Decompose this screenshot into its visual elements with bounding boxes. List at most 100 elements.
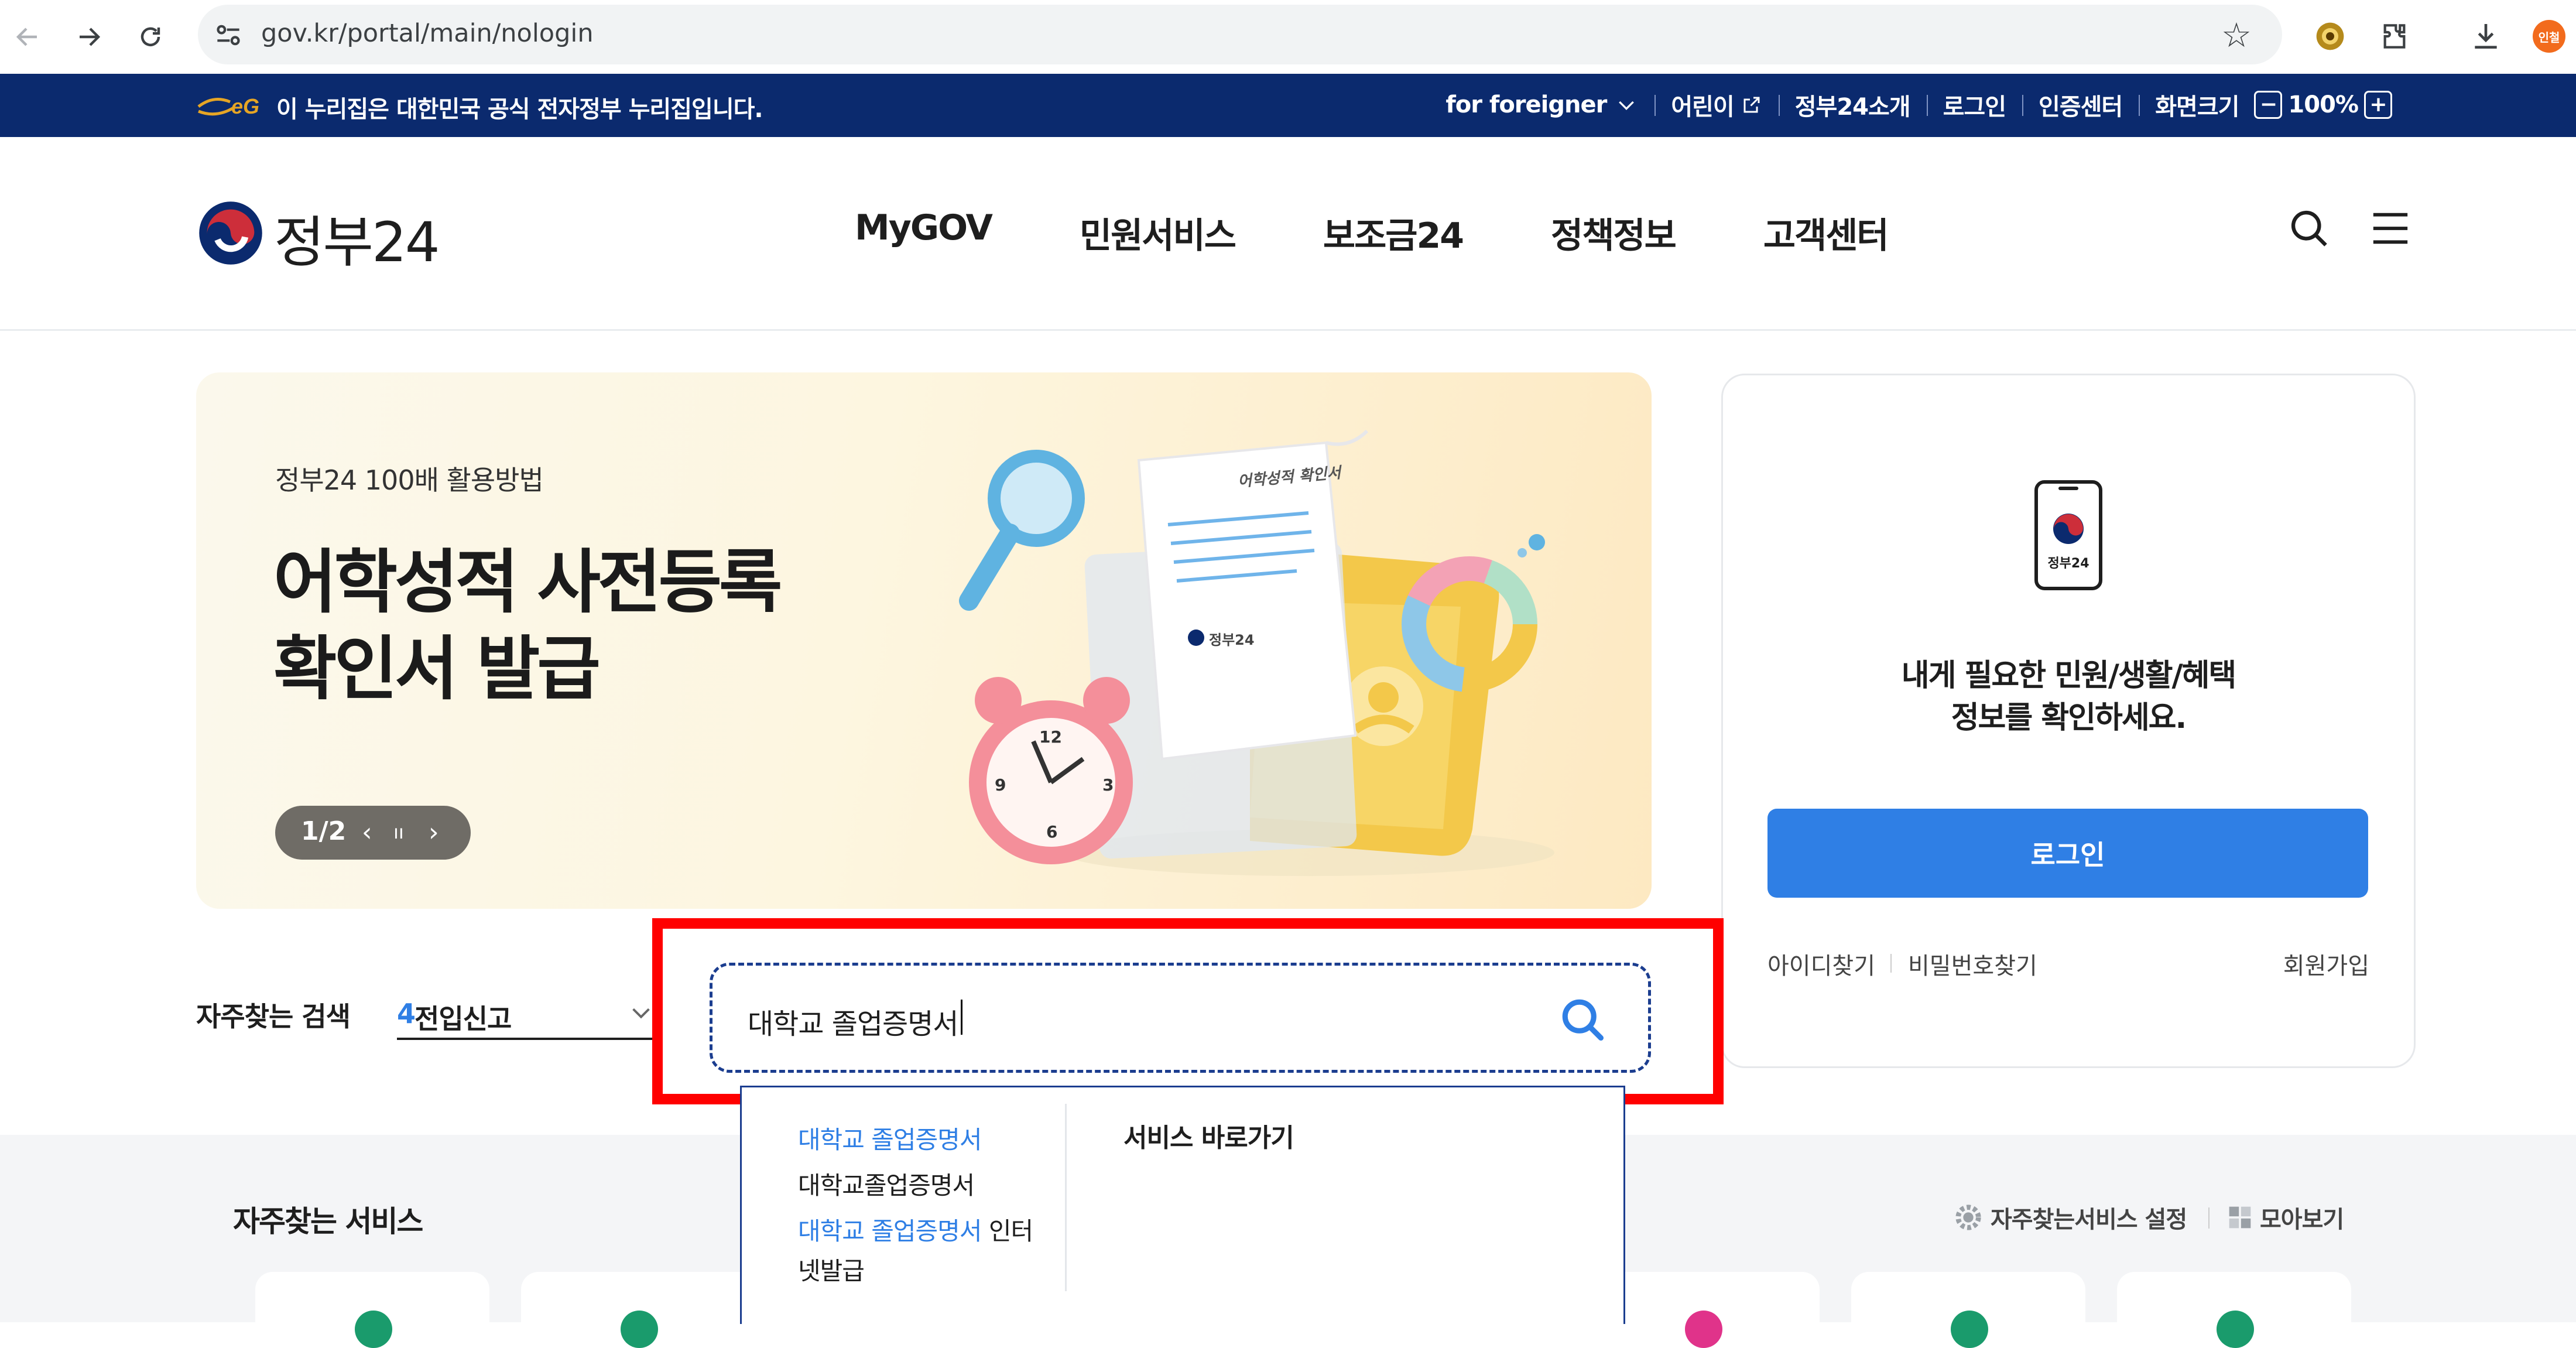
zoom-out-button[interactable]: − (2254, 91, 2283, 119)
login-message-line1: 내게 필요한 민원/생활/혜택 (1901, 658, 2236, 693)
hero-pager: 1/2 ‹ ıı › (275, 806, 471, 860)
suggestion-rest: 대학교졸업증명서 (798, 1171, 975, 1200)
download-icon[interactable] (2465, 15, 2507, 57)
suggestion-match: 대학교 졸업증명서 (798, 1125, 982, 1154)
about-label: 정부24소개 (1794, 94, 1911, 121)
zoom-value: 100% (2288, 91, 2359, 118)
browser-toolbar: gov.kr/portal/main/nologin ☆ 인철 (0, 0, 2576, 74)
search-input-value[interactable]: 대학교 졸업증명서 (748, 1001, 959, 1042)
suggestion-rest: 넷발급 (798, 1257, 865, 1285)
suggestion-rest: 인터 (981, 1217, 1033, 1246)
service-icon (355, 1311, 392, 1348)
autocomplete-suggestion[interactable]: 대학교졸업증명서 (798, 1166, 975, 1202)
kids-label: 어린이 (1671, 94, 1734, 121)
autocomplete-dropdown: 대학교 졸업증명서 대학교졸업증명서 대학교 졸업증명서 인터 넷발급 서비스 … (740, 1086, 1625, 1324)
document-illustration: 어학성적 확인서 정부24 12 3 6 9 (959, 429, 1554, 876)
text-caret (961, 1000, 962, 1035)
svg-text:eG: eG (231, 94, 259, 118)
search-submit-icon[interactable] (1558, 995, 1607, 1044)
service-shortcut-title: 서비스 바로가기 (1123, 1123, 1294, 1153)
forward-icon[interactable] (68, 16, 109, 57)
login-card: 정부24 내게 필요한 민원/생활/혜택 정보를 확인하세요. 로그인 아이디찾… (1721, 374, 2416, 1068)
view-all-button[interactable]: 모아보기 (2227, 1200, 2344, 1234)
nav-subsidy24[interactable]: 보조금24 (1323, 207, 1464, 258)
nav-customer-center[interactable]: 고객센터 (1763, 207, 1889, 258)
cert-center-label: 인증센터 (2039, 94, 2123, 121)
frequent-search-rank: 4 (397, 998, 416, 1029)
site-info-icon[interactable] (212, 19, 245, 52)
login-button[interactable]: 로그인 (1767, 809, 2368, 898)
service-card[interactable] (2117, 1272, 2351, 1348)
service-icon (1951, 1311, 1988, 1348)
search-input[interactable]: 대학교 졸업증명서 (710, 963, 1651, 1073)
gear-icon (1955, 1205, 1981, 1230)
autocomplete-suggestion[interactable]: 대학교 졸업증명서 (798, 1120, 982, 1156)
top-login-label: 로그인 (1943, 94, 2006, 121)
frequent-search-term: 전입신고 (415, 1003, 512, 1035)
screen-size-label: 화면크기 (2155, 94, 2239, 121)
cert-center-link[interactable]: 인증센터 (2022, 88, 2139, 122)
login-message-line2: 정보를 확인하세요. (1951, 700, 2187, 735)
find-divider (1890, 954, 1892, 973)
reload-icon[interactable] (130, 16, 171, 57)
nav-mygov[interactable]: MyGOV (855, 207, 993, 258)
official-notice-text: 이 누리집은 대한민국 공식 전자정부 누리집입니다. (276, 96, 763, 123)
signup-link[interactable]: 회원가입 (2283, 947, 2369, 981)
doc-logo-text: 정부24 (1209, 632, 1255, 648)
frequent-services-title: 자주찾는 서비스 (233, 1205, 423, 1238)
service-card[interactable] (1851, 1272, 2085, 1348)
hero-title-line2: 확인서 발급 (273, 628, 601, 709)
hero-banner[interactable]: 정부24 100배 활용방법 어학성적 사전등록 확인서 발급 1/2 ‹ ıı… (196, 372, 1652, 909)
next-slide-icon[interactable]: › (429, 817, 439, 847)
service-icon (1685, 1311, 1722, 1348)
pager-count: 1/2 (301, 816, 347, 846)
kids-link[interactable]: 어린이 (1654, 88, 1778, 122)
autocomplete-suggestion[interactable]: 대학교 졸업증명서 인터 (798, 1212, 1033, 1247)
service-card[interactable] (521, 1272, 755, 1348)
extensions-puzzle-icon[interactable] (2373, 15, 2416, 57)
autocomplete-suggestion-wrap[interactable]: 넷발급 (798, 1251, 865, 1287)
extension-icon[interactable] (2309, 15, 2351, 57)
view-all-label: 모아보기 (2260, 1206, 2344, 1233)
screen-size-control: 화면크기 − 100% + (2139, 88, 2414, 122)
search-icon[interactable] (2287, 206, 2331, 251)
hamburger-menu-icon[interactable] (2370, 211, 2411, 246)
services-settings-button[interactable]: 자주찾는서비스 설정 (1953, 1200, 2187, 1234)
service-icon (2217, 1311, 2254, 1348)
profile-badge-text: 인철 (2533, 20, 2565, 53)
suggestion-match: 대학교 졸업증명서 (798, 1217, 982, 1246)
taegeuk-logo-icon[interactable] (198, 200, 263, 266)
url-text[interactable]: gov.kr/portal/main/nologin (261, 19, 594, 48)
frequent-search-dropdown[interactable]: 4 전입신고 (397, 995, 655, 1040)
chevron-down-icon (1619, 101, 1635, 111)
frequent-search-label: 자주찾는 검색 (196, 1001, 351, 1032)
bookmark-star-icon[interactable]: ☆ (2221, 15, 2252, 55)
svg-text:9: 9 (995, 775, 1006, 795)
zoom-in-button[interactable]: + (2364, 91, 2392, 119)
egov-logo-icon: eG (197, 94, 259, 118)
service-icon (621, 1311, 658, 1348)
prev-slide-icon[interactable]: ‹ (362, 817, 372, 847)
svg-text:12: 12 (1039, 727, 1062, 747)
service-card[interactable] (255, 1272, 489, 1348)
gov-official-strip: eG 이 누리집은 대한민국 공식 전자정부 누리집입니다. for forei… (0, 74, 2576, 137)
nav-civil-services[interactable]: 민원서비스 (1080, 207, 1236, 258)
mobile-phone-icon: 정부24 (2034, 480, 2102, 590)
back-icon[interactable] (7, 16, 48, 57)
hero-title-line1: 어학성적 사전등록 (273, 542, 783, 622)
services-divider (2208, 1207, 2210, 1229)
utility-links: for foreigner 어린이 정부24소개 로그인 인증센터 화면크기 −… (1429, 88, 2414, 122)
pause-icon[interactable]: ıı (393, 821, 404, 843)
nav-policy-info[interactable]: 정책정보 (1551, 207, 1677, 258)
phone-label: 정부24 (2047, 556, 2089, 571)
chevron-down-icon (632, 1008, 650, 1019)
for-foreigner-dropdown[interactable]: for foreigner (1429, 91, 1654, 118)
find-id-link[interactable]: 아이디찾기 (1767, 947, 1875, 981)
top-login-link[interactable]: 로그인 (1926, 88, 2022, 122)
about-link[interactable]: 정부24소개 (1778, 88, 1927, 122)
find-password-link[interactable]: 비밀번호찾기 (1908, 947, 2037, 981)
address-bar[interactable]: gov.kr/portal/main/nologin ☆ (198, 5, 2282, 64)
profile-avatar[interactable]: 인철 (2528, 15, 2570, 57)
site-logo-text[interactable]: 정부24 (274, 198, 440, 278)
svg-text:6: 6 (1046, 822, 1057, 841)
